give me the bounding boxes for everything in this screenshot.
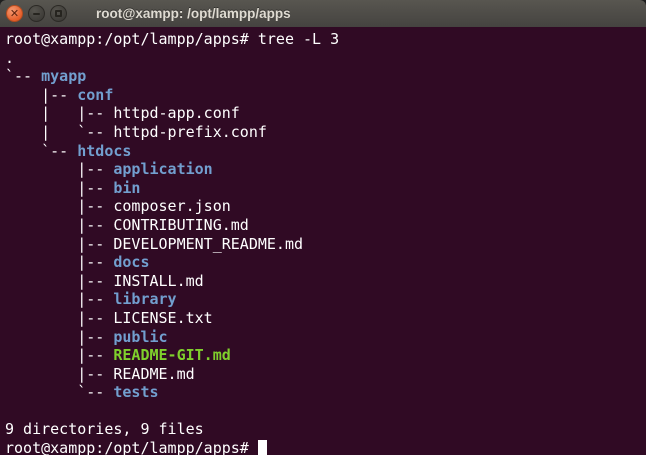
terminal-text: |-- composer.json — [5, 197, 231, 215]
terminal-line — [5, 402, 644, 421]
window-title: root@xampp: /opt/lampp/apps — [96, 6, 291, 21]
terminal-line: |-- README-GIT.md — [5, 346, 644, 365]
terminal-text: `-- — [5, 383, 113, 401]
directory-name: tests — [113, 383, 158, 401]
terminal-line: `-- myapp — [5, 67, 644, 86]
terminal-text: root@xampp:/opt/lampp/apps# tree -L 3 — [5, 30, 339, 48]
terminal-line: |-- CONTRIBUTING.md — [5, 216, 644, 235]
terminal-line: 9 directories, 9 files — [5, 420, 644, 439]
directory-name: docs — [113, 253, 149, 271]
directory-name: library — [113, 290, 176, 308]
terminal-line: root@xampp:/opt/lampp/apps# — [5, 439, 644, 455]
terminal-text: . — [5, 49, 14, 67]
terminal-line: |-- public — [5, 328, 644, 347]
terminal-line: |-- composer.json — [5, 197, 644, 216]
terminal-line: `-- tests — [5, 383, 644, 402]
terminal-text: |-- — [5, 179, 113, 197]
terminal-text: |-- — [5, 290, 113, 308]
maximize-icon — [55, 10, 62, 17]
terminal-text: `-- — [5, 67, 41, 85]
minimize-button[interactable] — [28, 5, 45, 22]
terminal-line: |-- README.md — [5, 365, 644, 384]
terminal-window: ✕ root@xampp: /opt/lampp/apps root@xampp… — [0, 0, 646, 455]
terminal-line: |-- INSTALL.md — [5, 272, 644, 291]
terminal-line: root@xampp:/opt/lampp/apps# tree -L 3 — [5, 30, 644, 49]
terminal-line: |-- library — [5, 290, 644, 309]
terminal-text: |-- DEVELOPMENT_README.md — [5, 235, 303, 253]
terminal-output[interactable]: root@xampp:/opt/lampp/apps# tree -L 3.`-… — [0, 27, 646, 455]
executable-file-name: README-GIT.md — [113, 346, 230, 364]
terminal-line: | `-- httpd-prefix.conf — [5, 123, 644, 142]
maximize-button[interactable] — [50, 5, 67, 22]
terminal-line: |-- conf — [5, 86, 644, 105]
terminal-line: |-- application — [5, 160, 644, 179]
terminal-text: |-- CONTRIBUTING.md — [5, 216, 249, 234]
terminal-text: |-- — [5, 328, 113, 346]
minimize-icon — [33, 13, 40, 15]
terminal-line: `-- htdocs — [5, 142, 644, 161]
terminal-text: |-- LICENSE.txt — [5, 309, 213, 327]
directory-name: bin — [113, 179, 140, 197]
terminal-line: . — [5, 49, 644, 68]
titlebar[interactable]: ✕ root@xampp: /opt/lampp/apps — [0, 0, 646, 27]
close-button[interactable]: ✕ — [6, 5, 23, 22]
directory-name: myapp — [41, 67, 86, 85]
directory-name: conf — [77, 86, 113, 104]
window-controls: ✕ — [6, 5, 67, 22]
close-icon: ✕ — [10, 8, 19, 19]
directory-name: public — [113, 328, 167, 346]
terminal-line: |-- bin — [5, 179, 644, 198]
terminal-text: root@xampp:/opt/lampp/apps# — [5, 439, 258, 455]
terminal-text: | `-- httpd-prefix.conf — [5, 123, 267, 141]
terminal-text: |-- — [5, 346, 113, 364]
terminal-text: | |-- httpd-app.conf — [5, 104, 240, 122]
terminal-text: `-- — [5, 142, 77, 160]
terminal-line: |-- docs — [5, 253, 644, 272]
terminal-text: 9 directories, 9 files — [5, 420, 204, 438]
terminal-cursor — [258, 440, 267, 455]
terminal-text: |-- — [5, 160, 113, 178]
terminal-text: |-- README.md — [5, 365, 195, 383]
terminal-text: |-- INSTALL.md — [5, 272, 204, 290]
terminal-line: |-- DEVELOPMENT_README.md — [5, 235, 644, 254]
terminal-line: | |-- httpd-app.conf — [5, 104, 644, 123]
directory-name: htdocs — [77, 142, 131, 160]
terminal-line: |-- LICENSE.txt — [5, 309, 644, 328]
directory-name: application — [113, 160, 212, 178]
terminal-text: |-- — [5, 86, 77, 104]
terminal-text: |-- — [5, 253, 113, 271]
